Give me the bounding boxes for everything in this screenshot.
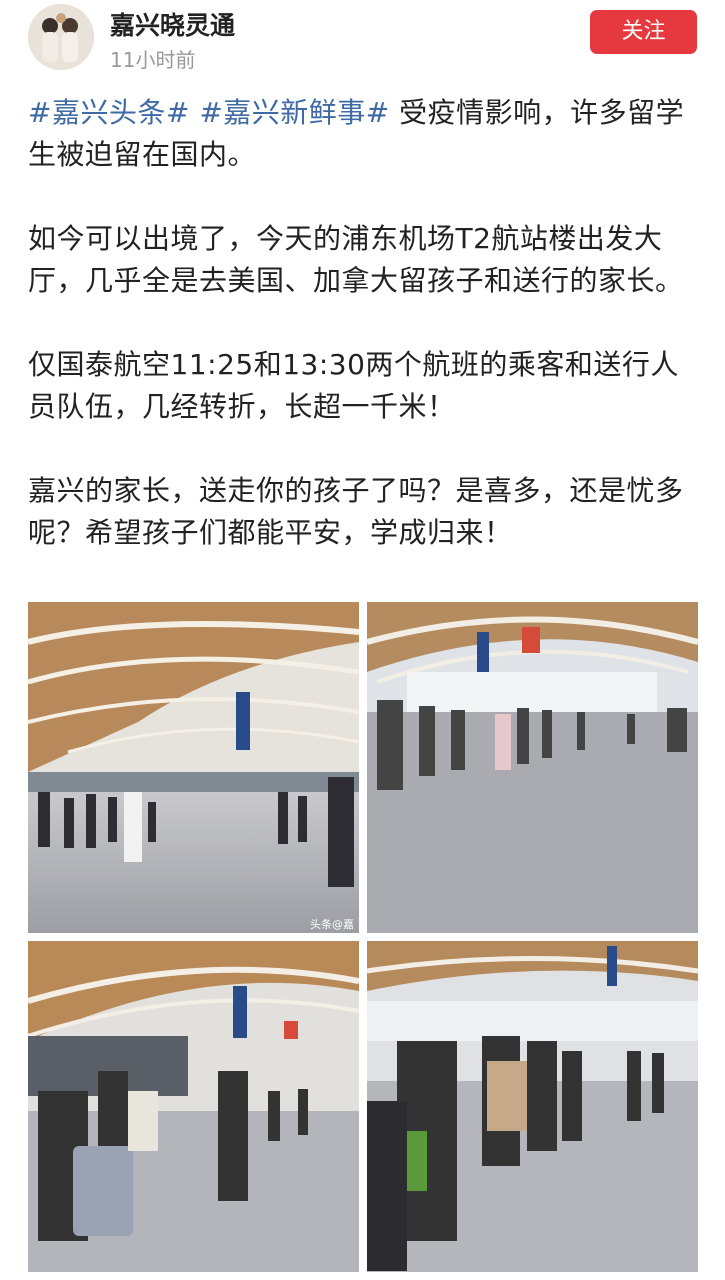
photo-2[interactable] [367, 602, 698, 933]
photo-1[interactable]: 头条@嘉 [28, 602, 359, 933]
paragraph-2: 如今可以出境了，今天的浦东机场T2航站楼出发大厅，几乎全是去美国、加拿大留孩子和… [28, 222, 684, 297]
post-text: #嘉兴头条# #嘉兴新鲜事# 受疫情影响，许多留学生被迫留在国内。 如今可以出境… [28, 92, 698, 596]
follow-button[interactable]: 关注 [590, 10, 697, 54]
hashtag-jiaxing-headline[interactable]: #嘉兴头条# [28, 96, 190, 129]
paragraph-1: #嘉兴头条# #嘉兴新鲜事# 受疫情影响，许多留学生被迫留在国内。 [28, 92, 698, 176]
paragraph-4: 嘉兴的家长，送走你的孩子了吗？是喜多，还是忧多呢？希望孩子们都能平安，学成归来！ [28, 474, 684, 549]
hashtag-jiaxing-news[interactable]: #嘉兴新鲜事# [199, 96, 389, 129]
photo-3[interactable] [28, 941, 359, 1272]
photo-4[interactable] [367, 941, 698, 1272]
post-header: 嘉兴晓灵通 11小时前 关注 [0, 0, 725, 80]
post-time: 11小时前 [110, 48, 196, 72]
author-name[interactable]: 嘉兴晓灵通 [110, 6, 235, 42]
avatar[interactable] [28, 4, 94, 70]
photo-grid: 头条@嘉 [28, 602, 698, 1272]
photo-watermark: 头条@嘉 [310, 917, 354, 931]
paragraph-3: 仅国泰航空11:25和13:30两个航班的乘客和送行人员队伍，几经转折，长超一千… [28, 348, 679, 423]
